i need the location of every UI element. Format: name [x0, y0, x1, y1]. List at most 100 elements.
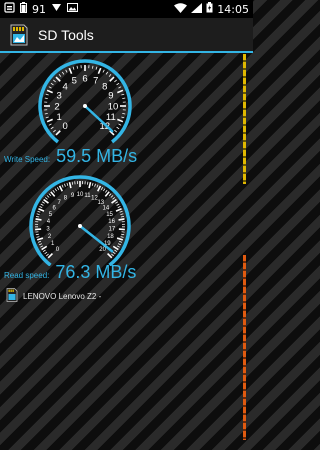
write-gauge-tick-label: 9 — [108, 91, 113, 102]
read-gauge-major-tick — [35, 218, 42, 221]
write-gauge-major-tick — [46, 89, 53, 94]
write-gauge-minor-tick — [122, 113, 126, 115]
read-gauge-hub — [78, 224, 82, 228]
read-gauge-tick-label: 8 — [64, 196, 68, 202]
write-gauge-minor-tick — [53, 79, 56, 83]
read-gauge-minor-tick — [61, 184, 64, 188]
read-gauge-tick-label: 5 — [49, 212, 53, 218]
read-gauge-major-tick — [36, 237, 44, 241]
read-gauge-major-tick — [111, 198, 117, 204]
write-gauge-minor-tick — [65, 69, 68, 73]
read-speed-row: Read speed: 76.3 MB/s — [4, 262, 136, 283]
write-gauge-minor-tick — [58, 74, 62, 77]
scroll-indicator-bottom[interactable] — [243, 255, 246, 440]
write-gauge-major-tick — [117, 89, 124, 94]
write-gauge-hub — [83, 104, 87, 108]
notification-icon — [4, 2, 15, 16]
read-gauge-major-tick — [88, 182, 92, 189]
read-gauge-minor-tick — [66, 182, 69, 186]
read-speed-value: 76.3 MB/s — [55, 262, 137, 282]
read-gauge-minor-tick — [91, 182, 94, 186]
write-gauge-major-tick — [55, 130, 61, 136]
write-gauge-minor-tick — [61, 71, 65, 75]
write-gauge-minor-tick — [50, 126, 54, 130]
read-gauge-minor-tick — [41, 201, 45, 204]
read-gauge-minor-tick — [36, 236, 40, 238]
read-gauge-tick-label: 9 — [71, 193, 75, 199]
write-gauge-minor-tick — [48, 86, 52, 89]
read-speed-gauge: 012345678 9 10 11 121314151617181920 — [29, 175, 131, 266]
read-gauge-minor-tick — [117, 206, 121, 209]
write-gauge-tick-label: 5 — [72, 76, 77, 87]
sd-card-icon — [6, 287, 18, 306]
write-gauge-major-tick — [117, 118, 124, 123]
write-gauge-tick-label: 2 — [54, 101, 59, 112]
read-gauge-minor-tick — [38, 243, 43, 246]
device-name: LENOVO Lenovo Z2 - — [23, 292, 102, 301]
write-gauge-tick-label: 1 — [56, 112, 61, 123]
read-gauge-major-tick — [43, 198, 49, 204]
read-gauge-major-tick — [104, 191, 110, 197]
read-gauge-minor-tick — [46, 253, 49, 257]
write-gauge-tick-label: 10 — [108, 101, 119, 112]
read-gauge-minor-tick — [112, 251, 116, 255]
app-title: SD Tools — [38, 26, 94, 43]
read-gauge-minor-tick — [105, 189, 108, 193]
write-gauge-minor-tick — [50, 82, 54, 86]
write-gauge-minor-tick — [92, 65, 94, 69]
write-gauge-minor-tick — [121, 93, 125, 96]
read-gauge-minor-tick — [116, 245, 120, 248]
read-gauge-minor-tick — [120, 236, 124, 238]
read-gauge-minor-tick — [96, 184, 99, 188]
read-gauge-minor-tick — [120, 213, 124, 215]
battery-charging-icon — [206, 2, 213, 16]
read-gauge-tick-label: 7 — [58, 200, 62, 206]
write-speed-label: Write Speed: — [4, 155, 51, 164]
read-gauge-minor-tick — [48, 193, 52, 197]
read-gauge-minor-tick — [119, 210, 123, 213]
read-gauge-major-tick — [115, 208, 122, 212]
status-bar: 91 14:05 — [0, 0, 253, 18]
read-gauge-tick-label: 14 — [103, 205, 110, 211]
write-gauge-tick-label: 0 — [63, 121, 68, 132]
write-gauge-tick-label: 3 — [56, 91, 61, 102]
read-gauge-minor-tick — [103, 188, 106, 192]
read-gauge-tick-label: 0 — [56, 247, 60, 253]
battery-icon — [20, 2, 27, 16]
read-gauge-major-tick — [58, 185, 64, 192]
clock: 14:05 — [217, 2, 249, 16]
read-gauge-minor-tick — [71, 181, 74, 185]
read-gauge-minor-tick — [116, 203, 120, 206]
download-icon — [51, 2, 62, 16]
read-gauge-tick-label: 10 — [77, 192, 84, 198]
device-row[interactable]: LENOVO Lenovo Z2 - — [6, 287, 101, 306]
read-gauge-minor-tick — [86, 181, 89, 185]
sd-card-icon[interactable] — [8, 24, 30, 46]
wifi-icon — [174, 2, 188, 16]
read-gauge-tick-label: 16 — [108, 219, 115, 225]
read-gauge-minor-tick — [111, 253, 114, 257]
write-gauge-minor-tick — [45, 93, 49, 96]
action-bar: SD Tools — [0, 18, 253, 53]
write-gauge-minor-tick — [72, 66, 75, 70]
write-speed-row: Write Speed: 59.5 MB/s — [4, 146, 137, 167]
write-gauge-minor-tick — [108, 74, 112, 77]
read-gauge-major-tick — [38, 208, 45, 212]
write-gauge-major-tick — [109, 76, 115, 82]
read-gauge-major-tick — [96, 185, 102, 192]
read-gauge-minor-tick — [35, 215, 40, 218]
read-gauge-minor-tick — [120, 215, 125, 218]
write-gauge-minor-tick — [122, 97, 126, 99]
read-gauge-tick-label: 3 — [46, 227, 50, 233]
read-gauge-minor-tick — [42, 249, 46, 253]
read-gauge-tick-label: 15 — [106, 212, 113, 218]
read-gauge-minor-tick — [40, 245, 44, 248]
scroll-indicator-top[interactable] — [243, 54, 246, 184]
write-gauge-minor-tick — [105, 71, 109, 75]
read-gauge-tick-label: 4 — [47, 219, 51, 225]
read-gauge-minor-tick — [44, 251, 48, 255]
read-gauge-major-tick — [68, 182, 72, 189]
write-gauge-minor-tick — [102, 69, 105, 73]
read-gauge-minor-tick — [114, 249, 118, 253]
write-gauge-minor-tick — [114, 129, 117, 133]
